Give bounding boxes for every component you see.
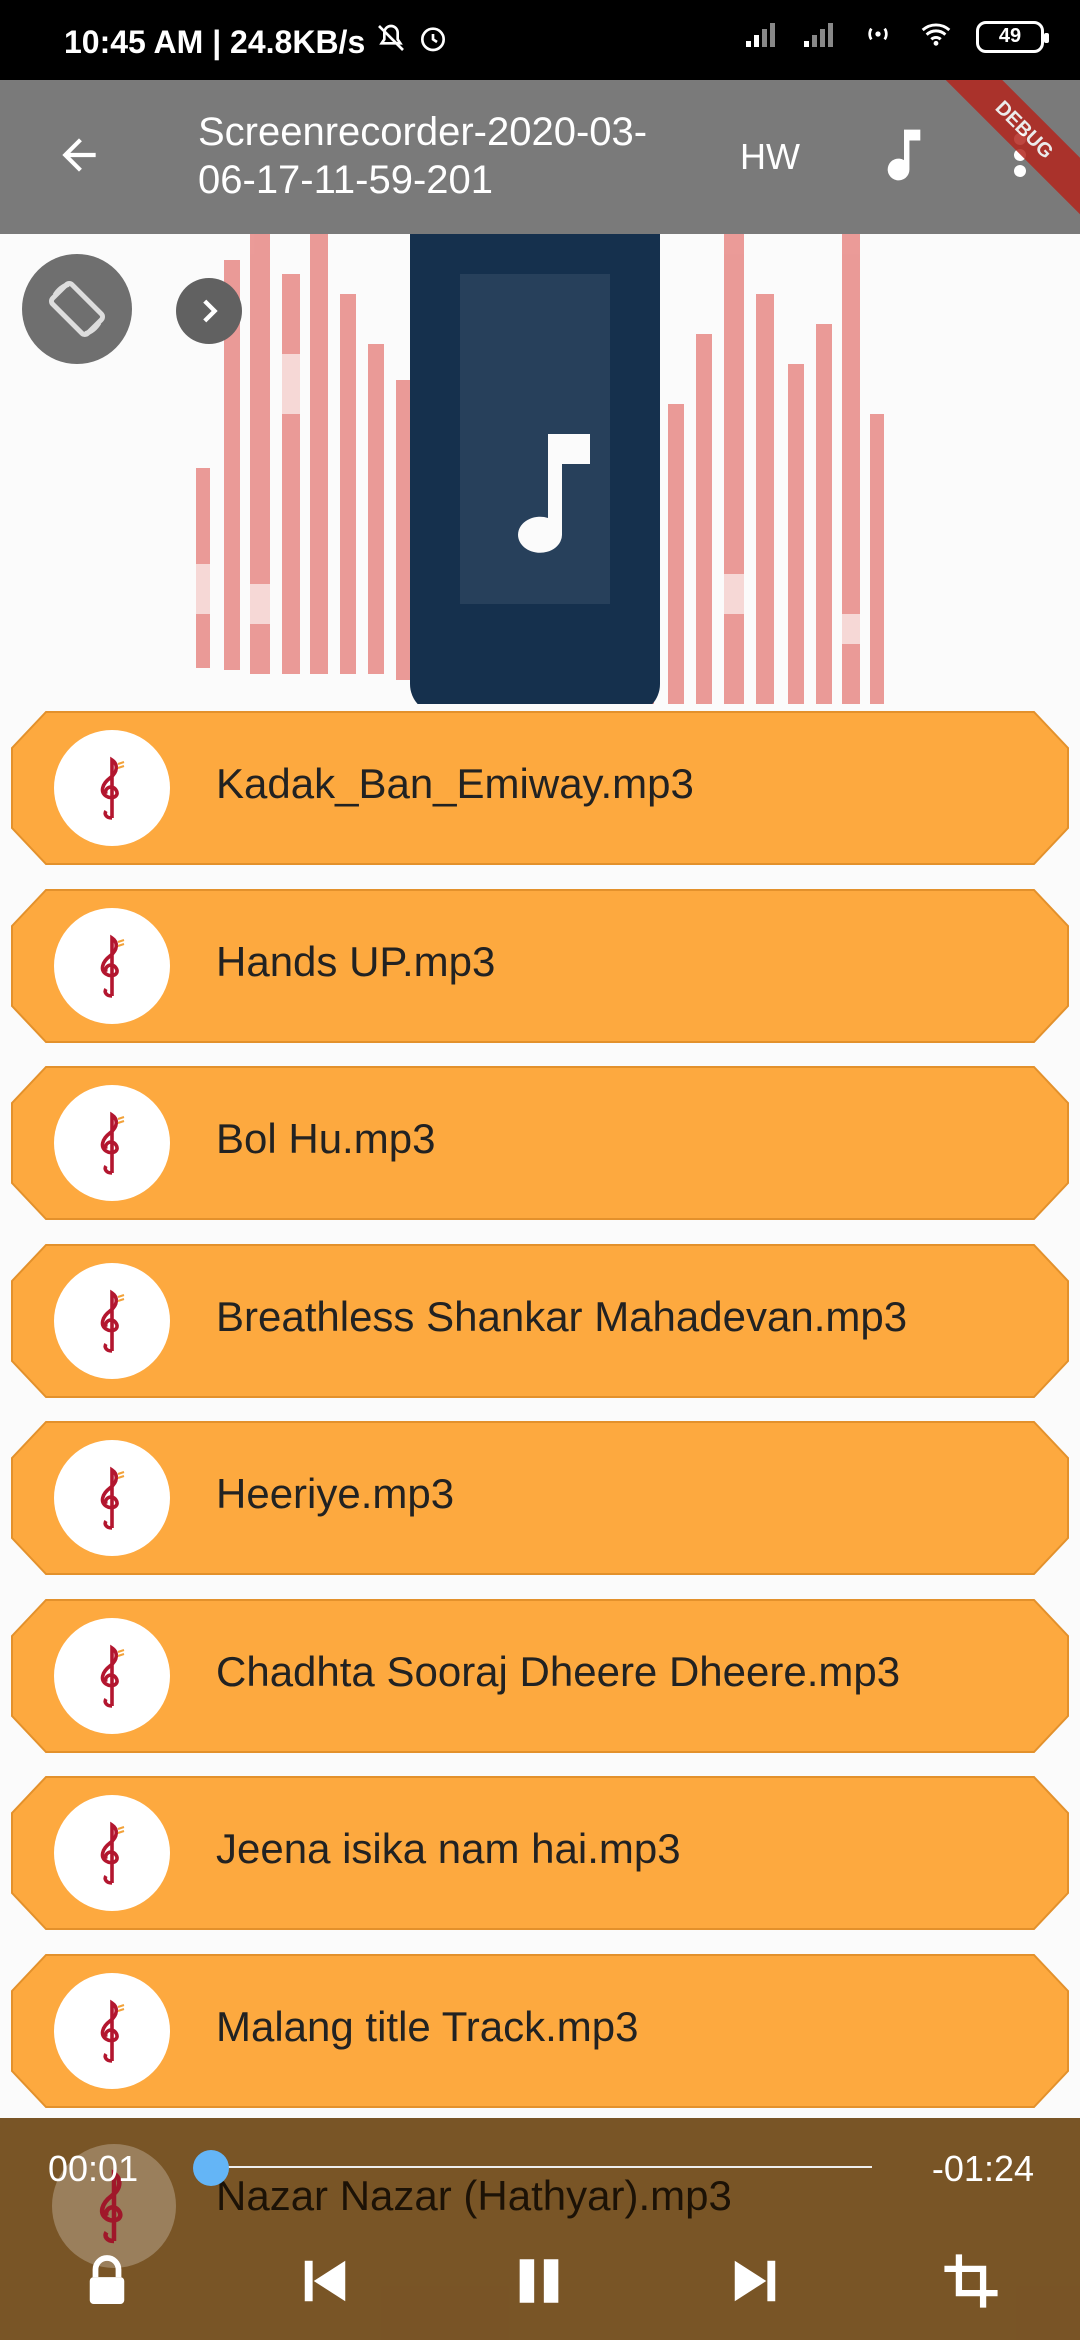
remaining-time: -01:24 <box>931 2148 1034 2189</box>
song-title: Kadak_Ban_Emiway.mp3 <box>216 760 694 807</box>
song-list-item[interactable]: Jeena isika nam hai.mp3 <box>10 1775 1070 1931</box>
song-avatar <box>54 1972 170 2089</box>
song-title: Breathless Shankar Mahadevan.mp3 <box>216 1292 908 1340</box>
treble-clef-icon <box>100 756 125 820</box>
song-title: Jeena isika nam hai.mp3 <box>216 1825 681 1872</box>
hw-toggle-button[interactable]: HW <box>740 136 800 178</box>
treble-clef-icon <box>100 1999 125 2063</box>
song-avatar <box>54 1085 170 1201</box>
app-bar: Screenrecorder-2020-03-06-17-11-59-201 H… <box>0 80 1080 234</box>
song-list-item[interactable]: Chadhta Sooraj Dheere Dheere.mp3 <box>10 1598 1070 1754</box>
music-note-icon <box>887 129 921 181</box>
rotate-screen-button[interactable] <box>22 254 132 364</box>
mute-icon <box>375 22 407 62</box>
screen-rotation-icon <box>49 281 105 337</box>
song-title: Bol Hu.mp3 <box>216 1115 436 1162</box>
battery-indicator: 49 <box>976 20 1049 53</box>
song-list-item[interactable]: Heeriye.mp3 <box>10 1420 1070 1576</box>
crop-icon <box>944 2254 998 2308</box>
chevron-right-icon <box>203 299 218 323</box>
now-playing-label: Nazar Nazar (Hathyar).mp3 <box>216 2172 732 2219</box>
media-player: Nazar Nazar (Hathyar).mp3 00:01 -01:24 <box>0 2118 1080 2340</box>
treble-clef-icon <box>100 1466 125 1530</box>
treble-clef-icon <box>100 1111 125 1175</box>
song-list-item[interactable]: Malang title Track.mp3 <box>10 1953 1070 2109</box>
status-left: 10:45 AM | 24.8KB/s <box>64 22 449 62</box>
wifi-icon <box>914 18 958 55</box>
seek-bar[interactable] <box>204 2166 872 2168</box>
arrow-left-icon <box>62 138 96 172</box>
song-title: Malang title Track.mp3 <box>216 2002 639 2050</box>
music-button[interactable] <box>872 120 936 190</box>
lock-button[interactable] <box>72 2246 142 2316</box>
treble-clef-icon <box>100 934 125 998</box>
song-avatar <box>54 1262 170 1379</box>
hotspot-icon <box>860 18 896 55</box>
song-title: Hands UP.mp3 <box>216 937 496 985</box>
song-title: Heeriye.mp3 <box>216 1470 455 1517</box>
status-time: 10:45 AM | 24.8KB/s <box>64 23 366 60</box>
song-list-item[interactable]: Bol Hu.mp3 <box>10 1065 1070 1221</box>
status-right: 49 <box>744 18 1049 55</box>
status-bar: 10:45 AM | 24.8KB/s 49 <box>0 0 1080 80</box>
back-button[interactable] <box>44 120 114 190</box>
expand-toolbar-button[interactable] <box>176 278 242 344</box>
treble-clef-icon <box>100 1821 125 1885</box>
page-title: Screenrecorder-2020-03-06-17-11-59-201 <box>198 110 648 202</box>
song-avatar <box>54 1795 170 1911</box>
skip-previous-icon <box>304 2260 346 2302</box>
song-list-item[interactable]: Hands UP.mp3 <box>10 888 1070 1044</box>
song-avatar <box>54 907 170 1024</box>
seek-handle[interactable] <box>192 2150 229 2186</box>
lock-icon <box>89 2255 125 2304</box>
next-button[interactable] <box>720 2246 790 2316</box>
alarm-icon <box>417 22 449 62</box>
crop-button[interactable] <box>936 2246 1006 2316</box>
song-list-item[interactable]: Breathless Shankar Mahadevan.mp3 <box>10 1243 1070 1399</box>
song-list-item[interactable]: Kadak_Ban_Emiway.mp3 <box>10 710 1070 866</box>
player-controls <box>0 2236 1080 2326</box>
previous-button[interactable] <box>290 2246 360 2316</box>
battery-level: 49 <box>998 25 1022 47</box>
signal-icon-2 <box>802 19 842 54</box>
treble-clef-icon <box>100 1289 125 1353</box>
signal-icon <box>744 19 784 54</box>
song-title: Chadhta Sooraj Dheere Dheere.mp3 <box>216 1647 901 1695</box>
song-avatar <box>54 730 170 846</box>
pause-icon <box>519 2259 559 2303</box>
hero-artwork <box>0 234 1080 704</box>
skip-next-icon <box>734 2260 776 2302</box>
song-avatar <box>54 1617 170 1734</box>
pause-button[interactable] <box>504 2246 574 2316</box>
song-avatar <box>54 1440 170 1556</box>
treble-clef-icon <box>100 1644 125 1708</box>
audio-bars-illustration <box>196 234 884 704</box>
elapsed-time: 00:01 <box>48 2148 139 2189</box>
